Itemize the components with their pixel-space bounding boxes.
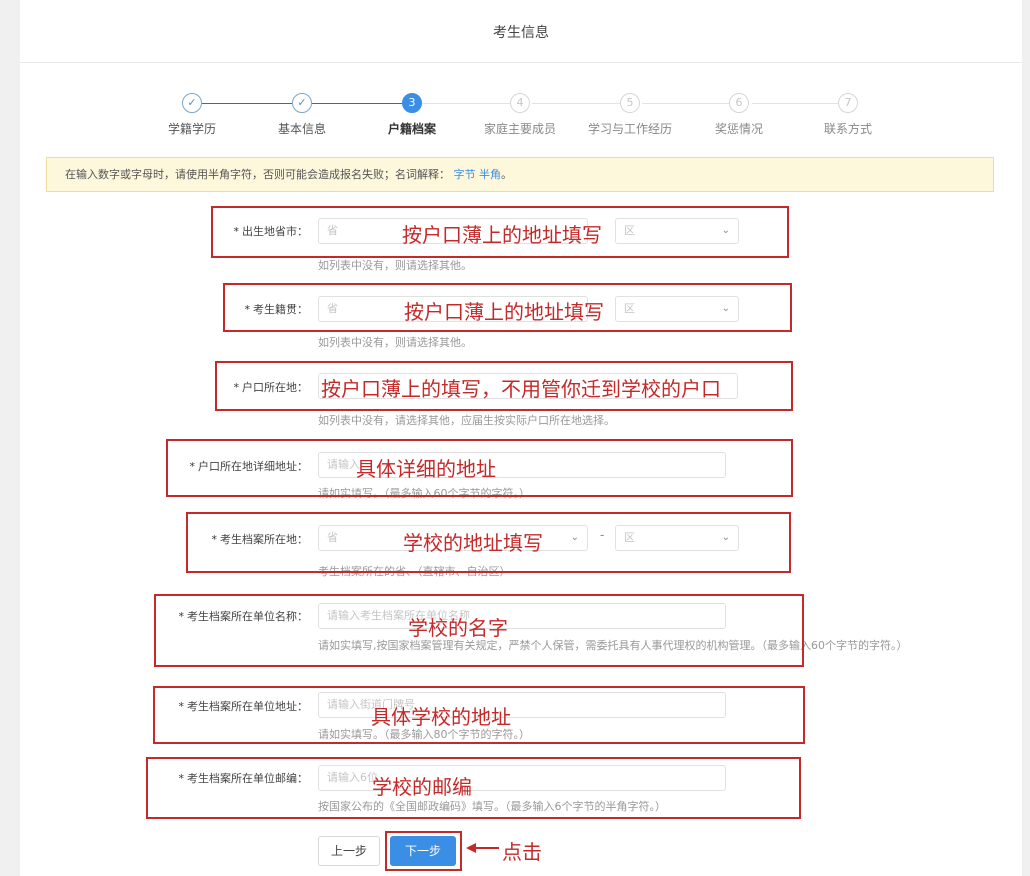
birthplace-hint: 如列表中没有，则请选择其他。	[318, 259, 472, 272]
check-icon: ✓	[292, 93, 312, 113]
step-number: 5	[620, 93, 640, 113]
annotation-text: 具体详细的地址	[356, 457, 496, 481]
step-5[interactable]: 5 学习与工作经历	[570, 93, 690, 137]
halfwidth-term-link[interactable]: 半角	[479, 168, 501, 181]
step-number: 3	[402, 93, 422, 113]
step-label: 学籍学历	[167, 122, 216, 136]
step-number: 7	[838, 93, 858, 113]
step-label: 户籍档案	[387, 122, 436, 136]
byte-term-link[interactable]: 字节	[454, 168, 476, 181]
annotation-text: 学校的名字	[408, 616, 508, 640]
step-1[interactable]: ✓ 学籍学历	[132, 93, 252, 137]
native-place-hint: 如列表中没有，则请选择其他。	[318, 336, 472, 349]
step-3[interactable]: 3 户籍档案	[352, 93, 472, 137]
step-number: 4	[510, 93, 530, 113]
check-icon: ✓	[182, 93, 202, 113]
step-7[interactable]: 7 联系方式	[788, 93, 908, 137]
arrow-left-icon	[466, 843, 499, 853]
step-label: 家庭主要成员	[483, 122, 556, 136]
annotation-text: 学校的地址填写	[403, 531, 543, 555]
step-6[interactable]: 6 奖惩情况	[679, 93, 799, 137]
step-label: 基本信息	[277, 122, 326, 136]
prev-step-button[interactable]: 上一步	[318, 836, 380, 866]
step-2[interactable]: ✓ 基本信息	[242, 93, 362, 137]
annotation-text: 点击	[502, 840, 542, 864]
annotation-text: 具体学校的地址	[371, 705, 511, 729]
step-4[interactable]: 4 家庭主要成员	[460, 93, 580, 137]
annotation-box	[146, 757, 801, 819]
notice-text: 在输入数字或字母时，请使用半角字符，否则可能会造成报名失败；名词解释：	[65, 168, 450, 181]
annotation-text: 学校的邮编	[372, 775, 472, 799]
step-number: 6	[729, 93, 749, 113]
halfwidth-notice: 在输入数字或字母时，请使用半角字符，否则可能会造成报名失败；名词解释： 字节 半…	[46, 157, 994, 192]
notice-end: 。	[501, 168, 512, 181]
annotation-text: 按户口薄上的地址填写	[402, 223, 602, 247]
annotation-box	[385, 831, 462, 871]
annotation-text: 按户口薄上的填写，不用管你迁到学校的户口	[321, 377, 721, 401]
step-label: 学习与工作经历	[587, 122, 672, 136]
page-title: 考生信息	[20, 0, 1022, 63]
annotation-text: 按户口薄上的地址填写	[404, 300, 604, 324]
hukou-location-hint: 如列表中没有，请选择其他，应届生按实际户口所在地选择。	[318, 414, 615, 427]
step-label: 联系方式	[823, 122, 872, 136]
step-label: 奖惩情况	[714, 122, 763, 136]
